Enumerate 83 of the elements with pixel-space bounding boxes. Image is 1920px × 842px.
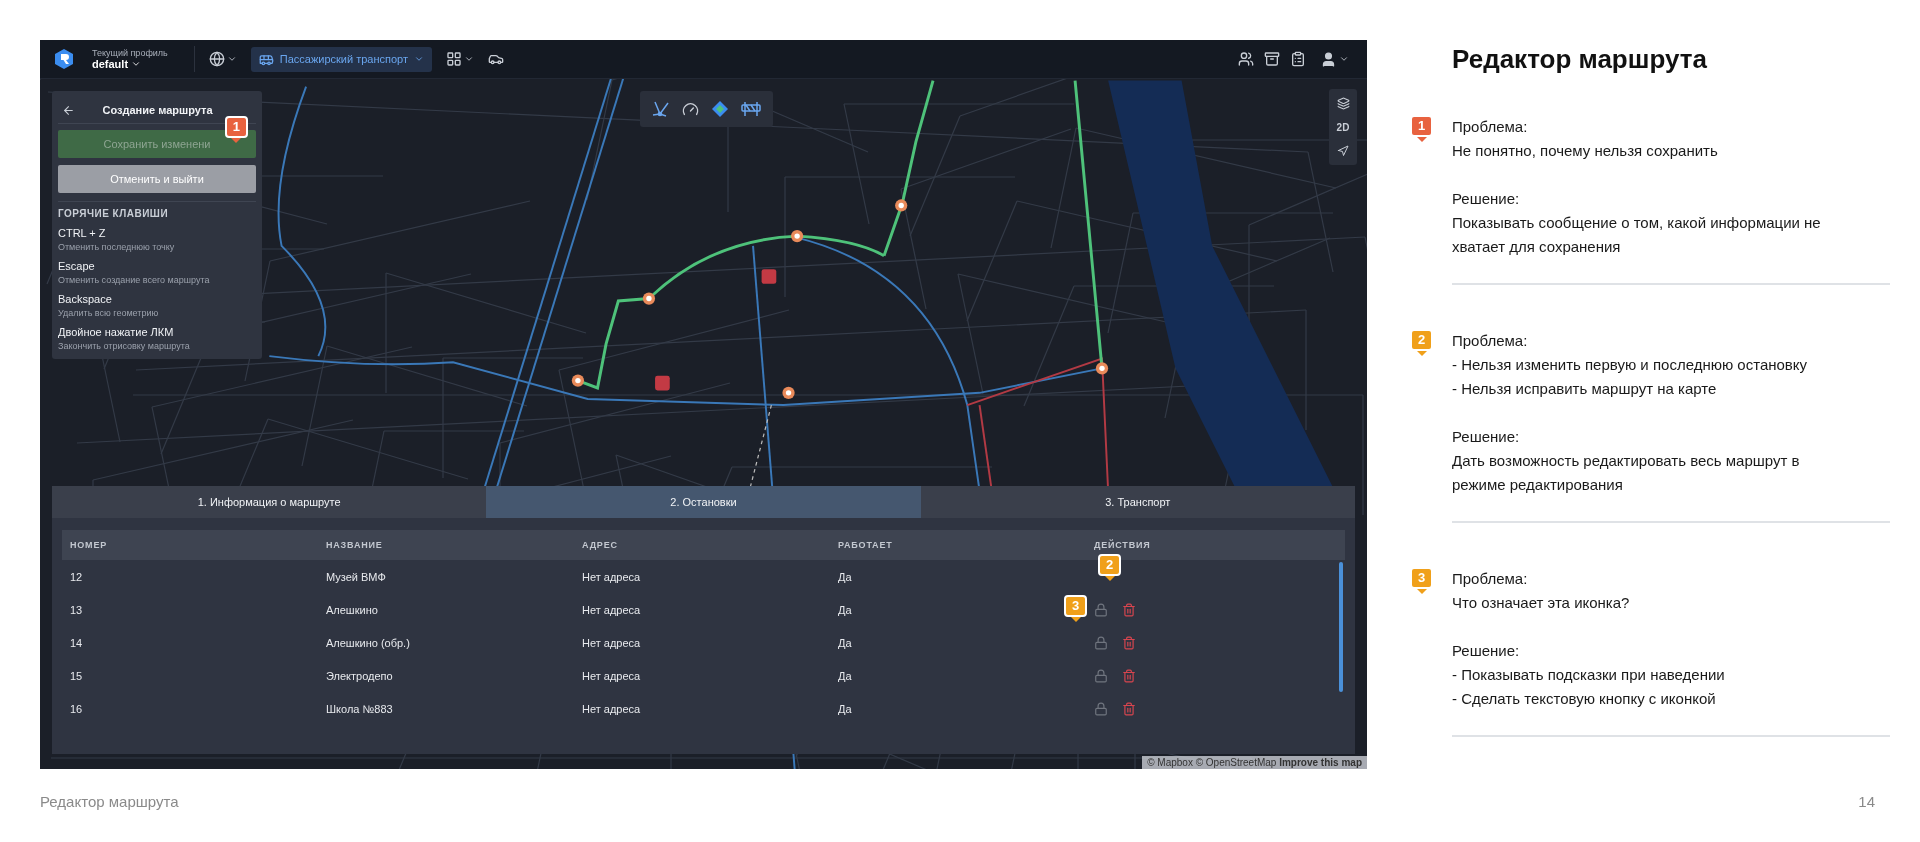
footer-title: Редактор маршрута bbox=[40, 793, 179, 810]
table-cell: Алешкино (обр.) bbox=[326, 636, 410, 649]
column-header: НАЗВАНИЕ bbox=[326, 540, 384, 550]
table-cell: 14 bbox=[70, 636, 83, 649]
section-title: ГОРЯЧИЕ КЛАВИШИ bbox=[58, 201, 256, 219]
table-cell: Школа №883 bbox=[326, 702, 393, 715]
hotkey-name: CTRL + Z bbox=[58, 227, 107, 239]
note-text: Что означает эта иконка? bbox=[1452, 593, 1631, 613]
caret-icon bbox=[131, 59, 142, 69]
column-header: ДЕЙСТВИЯ bbox=[1094, 540, 1152, 550]
table-cell: Да bbox=[838, 570, 852, 583]
user-icon bbox=[1320, 50, 1337, 68]
globe-icon bbox=[208, 51, 225, 67]
table-cell: Нет адреса bbox=[582, 636, 641, 649]
table-cell: 12 bbox=[70, 570, 83, 583]
lock-icon[interactable] bbox=[1094, 701, 1108, 716]
column-header: НОМЕР bbox=[70, 540, 108, 550]
profile-label: Текущий профиль bbox=[92, 48, 168, 58]
delete-icon[interactable] bbox=[1122, 701, 1136, 716]
table-cell: Нет адреса bbox=[582, 702, 641, 715]
logo-icon bbox=[54, 48, 74, 70]
note-text: - Нельзя изменить первую и последнюю остановку bbox=[1452, 355, 1809, 375]
table-cell: Да bbox=[838, 636, 852, 649]
delete-icon[interactable] bbox=[1122, 668, 1136, 683]
table-cell: Да bbox=[838, 702, 852, 715]
users-icon[interactable] bbox=[1238, 51, 1254, 67]
table-cell: Нет адреса bbox=[582, 570, 641, 583]
panel-title: Создание маршрута bbox=[101, 104, 214, 116]
delete-icon[interactable] bbox=[1122, 602, 1136, 617]
caret-icon bbox=[1339, 54, 1349, 64]
note-text: Не понятно, почему нельзя сохранить bbox=[1452, 141, 1719, 161]
tab[interactable]: 2. Остановки bbox=[486, 486, 921, 518]
gauge-icon bbox=[682, 100, 699, 118]
table-cell: 16 bbox=[70, 702, 83, 715]
lock-icon[interactable] bbox=[1094, 668, 1108, 683]
hotkey-name: Backspace bbox=[58, 293, 113, 305]
table-cell: Нет адреса bbox=[582, 669, 641, 682]
map-attribution: © Mapbox © OpenStreetMap Improve this map bbox=[1142, 756, 1367, 769]
caret-icon bbox=[226, 54, 237, 64]
note-text: Дать возможность редактировать весь маршрут в режиме редактирования bbox=[1452, 451, 1801, 495]
hotkey-description: Отменить создание всего маршрута bbox=[58, 275, 211, 285]
page-number: 14 bbox=[1858, 793, 1875, 810]
table-cell: Алешкино bbox=[326, 603, 378, 616]
note-label: Решение: bbox=[1452, 189, 1521, 209]
column-header: РАБОТАЕТ bbox=[838, 540, 894, 550]
clipboard-icon[interactable] bbox=[1290, 51, 1306, 67]
hotkey-name: Двойное нажатие ЛКМ bbox=[58, 326, 175, 338]
note-text: - Сделать текстовую кнопку с иконкой bbox=[1452, 689, 1717, 709]
hotkey-description: Отменить последнюю точку bbox=[58, 242, 176, 252]
note-text: - Нельзя исправить маршрут на карте bbox=[1452, 379, 1718, 399]
transport-selector[interactable]: Пассажирский транспорт bbox=[250, 46, 433, 72]
delete-icon[interactable] bbox=[1122, 635, 1136, 650]
note-text: - Показывать подсказки при наведении bbox=[1452, 665, 1726, 685]
layers-icon[interactable] bbox=[1336, 97, 1350, 110]
table-cell: Да bbox=[838, 669, 852, 682]
tab[interactable]: 3. Транспорт bbox=[920, 486, 1355, 518]
hotkey-name: Escape bbox=[58, 260, 96, 272]
hotkey-description: Удалить всю геометрию bbox=[58, 308, 160, 318]
caret-icon bbox=[414, 54, 425, 64]
note-text: Показывать сообщение о том, какой информации не хватает для сохранения bbox=[1452, 213, 1822, 257]
note-label: Проблема: bbox=[1452, 569, 1529, 589]
column-header: АДРЕС bbox=[582, 540, 619, 550]
lock-icon[interactable] bbox=[1094, 635, 1108, 650]
note-label: Решение: bbox=[1452, 641, 1521, 661]
lock-icon[interactable] bbox=[1094, 602, 1108, 617]
back-arrow-icon[interactable] bbox=[62, 103, 75, 117]
table-cell: 15 bbox=[70, 669, 83, 682]
table-cell: Да bbox=[838, 603, 852, 616]
view-mode-button[interactable]: 2D bbox=[1336, 118, 1350, 137]
note-label: Решение: bbox=[1452, 427, 1521, 447]
table-cell: Нет адреса bbox=[582, 603, 641, 616]
slide-title: Редактор маршрута bbox=[1452, 44, 1708, 75]
table-cell: Музей ВМФ bbox=[326, 570, 386, 583]
note-label: Проблема: bbox=[1452, 117, 1529, 137]
note-label: Проблема: bbox=[1452, 331, 1529, 351]
table-cell: Электродепо bbox=[326, 669, 393, 682]
caret-icon bbox=[464, 54, 475, 64]
table-cell: 13 bbox=[70, 603, 83, 616]
profile-selector[interactable]: default bbox=[92, 58, 168, 70]
archive-icon[interactable] bbox=[1264, 51, 1280, 67]
grid-icon bbox=[446, 51, 463, 67]
hotkey-description: Закончить отрисовку маршрута bbox=[58, 341, 191, 351]
tab[interactable]: 1. Информация о маршруте bbox=[52, 486, 487, 518]
